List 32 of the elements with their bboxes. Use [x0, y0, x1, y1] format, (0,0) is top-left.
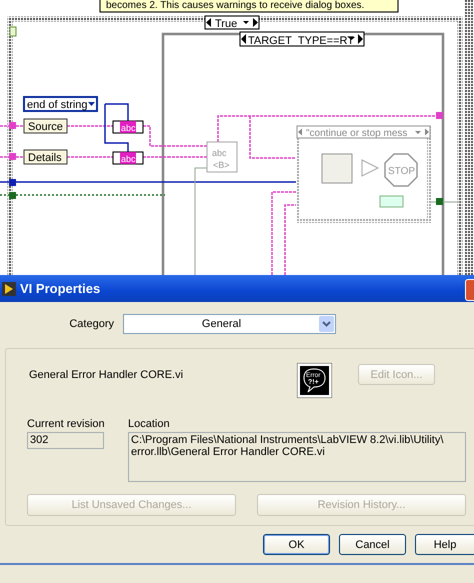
revision-field: 302: [27, 432, 104, 449]
location-label: Location: [128, 418, 171, 430]
category-label: Category: [68, 318, 115, 330]
format-node: abc <B>: [206, 142, 238, 172]
close-button[interactable]: [465, 279, 474, 301]
window-title: VI Properties: [20, 281, 100, 296]
boolean-constant: [380, 196, 404, 208]
category-dropdown[interactable]: General: [123, 314, 336, 334]
location-field: C:\Program Files\National Instruments\LabVIEW 8.2\vi.lib\Utility\ error.llb\General Error Handler CORE.vi: [128, 432, 466, 482]
dialog-button[interactable]: Help: [415, 534, 474, 555]
dialog-button[interactable]: OK: [263, 534, 330, 555]
revision-label: Current revision: [27, 418, 106, 430]
enum-constant[interactable]: end of string: [23, 96, 98, 112]
case-selector[interactable]: TARGET_TYPE==RT: [240, 32, 364, 47]
tunnel: [436, 112, 443, 119]
not-icon: [362, 159, 380, 177]
case-selector[interactable]: "continue or stop mess: [296, 126, 430, 139]
stop-icon: STOP: [384, 153, 418, 187]
vi-name: General Error Handler CORE.vi: [29, 369, 184, 381]
concatenate-node: abc: [112, 120, 144, 134]
tunnel: [9, 153, 16, 160]
tunnel: [9, 122, 16, 129]
string-label: Details: [24, 150, 68, 164]
dialog-node-icon: [322, 154, 352, 184]
case-selector[interactable]: True: [204, 16, 260, 30]
app-icon: [2, 282, 16, 296]
dialog-button[interactable]: Cancel: [339, 534, 406, 555]
tunnel: [436, 198, 443, 205]
case-terminal: [10, 26, 16, 36]
comment-note: becomes 2. This causes warnings to receive dialog boxes.: [100, 0, 398, 12]
string-label: Source: [24, 118, 68, 134]
concatenate-node: abc: [112, 152, 144, 164]
